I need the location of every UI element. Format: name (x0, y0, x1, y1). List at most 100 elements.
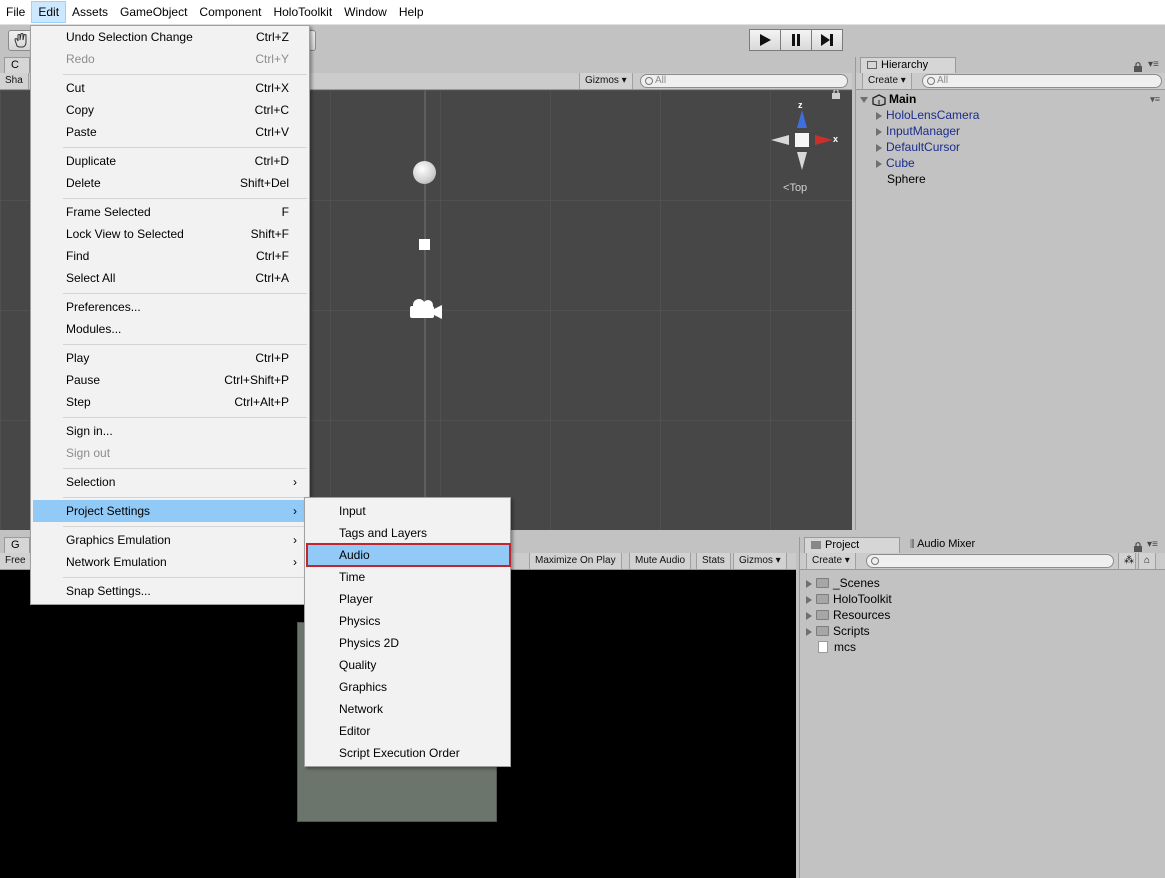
menu-item-find[interactable]: Find Ctrl+F (33, 245, 307, 267)
project-item-label: Scripts (833, 624, 870, 638)
menu-item-frame-selected[interactable]: Frame Selected F (33, 201, 307, 223)
filter-label-icon[interactable]: ⌂ (1138, 553, 1156, 569)
menu-item-play[interactable]: Play Ctrl+P (33, 347, 307, 369)
panel-menu-icon[interactable]: ▾≡ (1148, 59, 1159, 70)
submenu-item-time[interactable]: Time (307, 566, 510, 588)
menu-item-sign-in[interactable]: Sign in... (33, 420, 307, 442)
project-item[interactable]: _Scenes (806, 575, 880, 591)
submenu-item-physics[interactable]: Physics (307, 610, 510, 632)
menu-item-preferences[interactable]: Preferences... (33, 296, 307, 318)
submenu-item-network[interactable]: Network (307, 698, 510, 720)
panel-lock-icon[interactable] (1133, 541, 1143, 553)
tab-project[interactable]: Project (804, 537, 900, 553)
project-item[interactable]: Scripts (806, 623, 870, 639)
submenu-item-input[interactable]: Input (307, 500, 510, 522)
pause-button[interactable] (780, 29, 812, 51)
hierarchy-item[interactable]: InputManager (876, 123, 960, 139)
tab-scene[interactable]: C (4, 57, 30, 73)
expand-arrow-icon[interactable] (860, 96, 868, 103)
shading-mode-dropdown[interactable]: Sha (0, 73, 29, 89)
submenu-arrow-icon: › (293, 533, 297, 547)
expand-arrow-icon[interactable] (806, 579, 812, 588)
menu-item-lock-view[interactable]: Lock View to Selected Shift+F (33, 223, 307, 245)
hierarchy-create-dropdown[interactable]: Create ▾ (862, 73, 912, 89)
menu-item-paste[interactable]: Paste Ctrl+V (33, 121, 307, 143)
menu-item-selection[interactable]: Selection › (33, 471, 307, 493)
menu-item-snap-settings[interactable]: Snap Settings... (33, 580, 307, 602)
sphere-object[interactable] (413, 161, 436, 184)
submenu-item-quality[interactable]: Quality (307, 654, 510, 676)
tab-game[interactable]: G (4, 537, 30, 553)
project-create-dropdown[interactable]: Create ▾ (806, 553, 856, 569)
stats-toggle[interactable]: Stats (696, 553, 731, 569)
menu-edit[interactable]: Edit (31, 1, 67, 23)
expand-arrow-icon[interactable] (876, 159, 882, 168)
camera-gizmo-icon[interactable] (405, 296, 445, 324)
project-item[interactable]: mcs (816, 639, 856, 655)
expand-arrow-icon[interactable] (876, 111, 882, 120)
menu-item-redo[interactable]: Redo Ctrl+Y (33, 48, 307, 70)
menu-help[interactable]: Help (393, 1, 430, 23)
menu-item-step[interactable]: Step Ctrl+Alt+P (33, 391, 307, 413)
scene-gizmos-dropdown[interactable]: Gizmos ▾ (579, 73, 633, 89)
hierarchy-item[interactable]: DefaultCursor (876, 139, 960, 155)
submenu-item-tags-and-layers[interactable]: Tags and Layers (307, 522, 510, 544)
mute-audio-toggle[interactable]: Mute Audio (629, 553, 692, 569)
expand-arrow-icon[interactable] (806, 595, 812, 604)
menu-item-delete[interactable]: Delete Shift+Del (33, 172, 307, 194)
menu-item-graphics-emulation[interactable]: Graphics Emulation › (33, 529, 307, 551)
orientation-gizmo[interactable]: z x <Top (767, 90, 847, 204)
aspect-dropdown[interactable]: Free (0, 553, 32, 569)
filter-type-icon[interactable]: ⁂ (1118, 553, 1136, 569)
menu-item-cut[interactable]: Cut Ctrl+X (33, 77, 307, 99)
menu-item-sign-out[interactable]: Sign out (33, 442, 307, 464)
play-button[interactable] (749, 29, 781, 51)
game-gizmos-dropdown[interactable]: Gizmos ▾ (733, 553, 787, 569)
menu-item-network-emulation[interactable]: Network Emulation › (33, 551, 307, 573)
project-item[interactable]: HoloToolkit (806, 591, 892, 607)
scene-root-row[interactable]: Main ▾≡ (860, 91, 1160, 107)
project-item[interactable]: Resources (806, 607, 890, 623)
menu-window[interactable]: Window (338, 1, 393, 23)
expand-arrow-icon[interactable] (876, 143, 882, 152)
tab-audio-mixer[interactable]: ⫼ Audio Mixer (906, 537, 979, 553)
scene-menu-icon[interactable]: ▾≡ (1150, 91, 1160, 107)
hierarchy-item[interactable]: Sphere (887, 171, 926, 187)
menu-item-duplicate[interactable]: Duplicate Ctrl+D (33, 150, 307, 172)
menu-item-project-settings[interactable]: Project Settings › (33, 500, 307, 522)
lock-icon[interactable] (831, 90, 841, 100)
panel-lock-icon[interactable] (1133, 61, 1143, 73)
expand-arrow-icon[interactable] (806, 611, 812, 620)
menu-component[interactable]: Component (193, 1, 267, 23)
menu-item-modules[interactable]: Modules... (33, 318, 307, 340)
cube-object[interactable] (419, 239, 430, 250)
menu-item-select-all[interactable]: Select All Ctrl+A (33, 267, 307, 289)
submenu-item-graphics[interactable]: Graphics (307, 676, 510, 698)
submenu-item-physics-2d[interactable]: Physics 2D (307, 632, 510, 654)
submenu-item-audio[interactable]: Audio (306, 543, 511, 567)
menu-item-pause[interactable]: Pause Ctrl+Shift+P (33, 369, 307, 391)
menu-assets[interactable]: Assets (66, 1, 114, 23)
hierarchy-search-input[interactable]: All (922, 74, 1162, 88)
submenu-item-editor[interactable]: Editor (307, 720, 510, 742)
scene-search-input[interactable]: All (640, 74, 848, 88)
menu-holotoolkit[interactable]: HoloToolkit (267, 1, 338, 23)
menu-gameobject[interactable]: GameObject (114, 1, 193, 23)
step-button[interactable] (811, 29, 843, 51)
submenu-item-script-execution-order[interactable]: Script Execution Order (307, 742, 510, 764)
submenu-item-player[interactable]: Player (307, 588, 510, 610)
menu-item-label: Step (66, 395, 91, 409)
menu-item-copy[interactable]: Copy Ctrl+C (33, 99, 307, 121)
expand-arrow-icon[interactable] (876, 127, 882, 136)
project-search-input[interactable] (866, 554, 1114, 568)
hierarchy-item[interactable]: Cube (876, 155, 915, 171)
panel-menu-icon[interactable]: ▾≡ (1147, 539, 1158, 550)
tab-hierarchy[interactable]: Hierarchy (860, 57, 956, 73)
maximize-on-play-toggle[interactable]: Maximize On Play (529, 553, 622, 569)
hierarchy-item[interactable]: HoloLensCamera (876, 107, 979, 123)
menu-separator (63, 468, 307, 469)
menu-file[interactable]: File (0, 1, 31, 23)
expand-arrow-icon[interactable] (806, 627, 812, 636)
step-icon (821, 34, 833, 46)
menu-item-undo[interactable]: Undo Selection Change Ctrl+Z (33, 26, 307, 48)
